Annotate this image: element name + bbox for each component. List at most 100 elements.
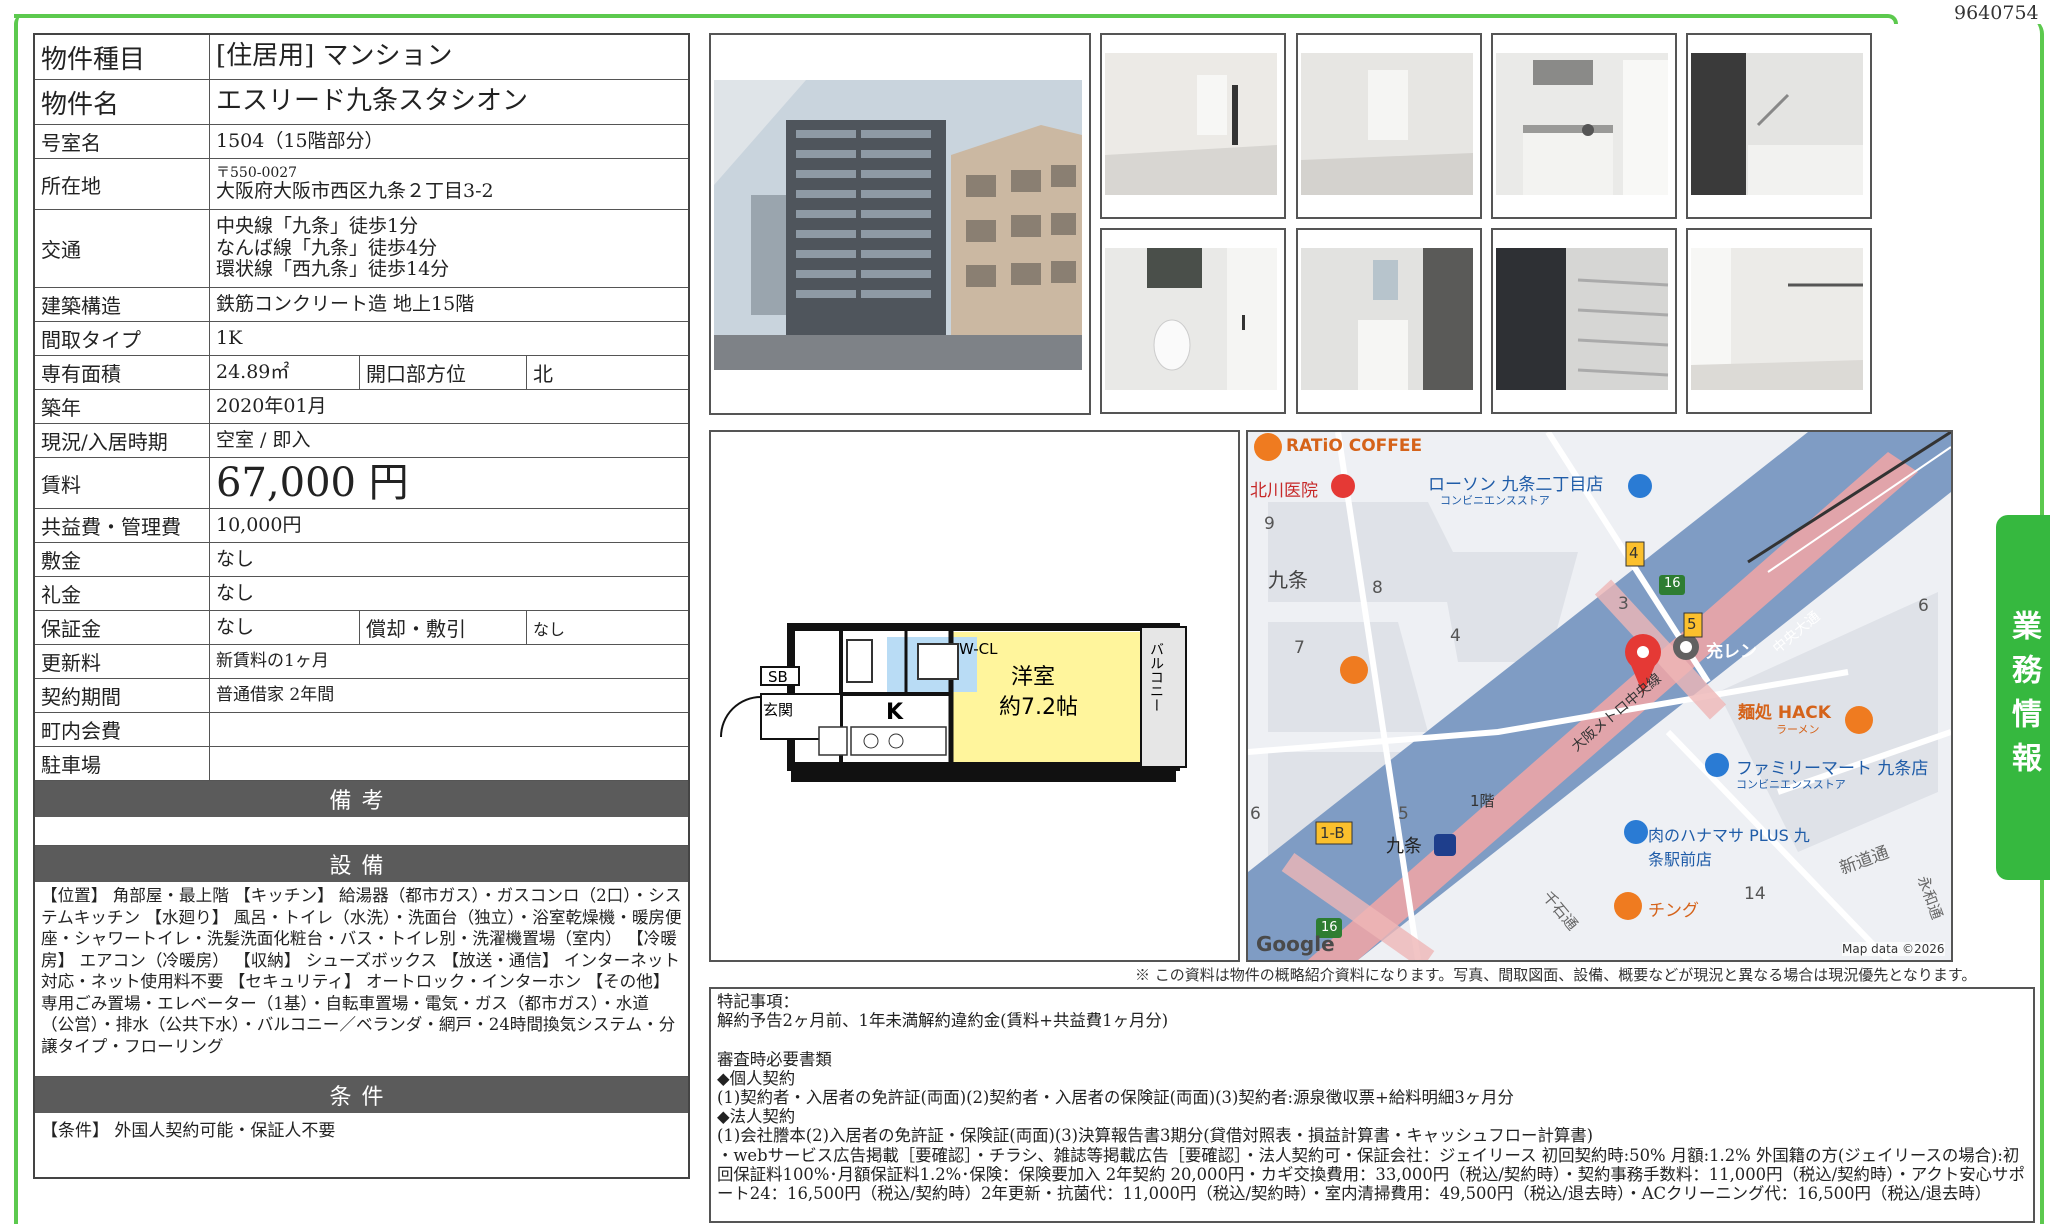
key-money-label: 礼金 [35,577,210,610]
business-info-tab[interactable]: 業務情報 [1996,515,2050,880]
closet-photo[interactable] [1686,228,1872,414]
built-label: 築年 [35,390,210,423]
map-poi-chinge[interactable]: チング [1648,896,1699,921]
conditions-header: 条件 [35,1077,688,1113]
address-label: 所在地 [35,159,210,209]
floor-plan[interactable]: W-CL SB 玄関 K 洋室 約7.2帖 バルコニー [709,430,1240,962]
map-poi-hanamasa[interactable]: 肉のハナマサ PLUS 九条駅前店 [1648,822,1818,870]
map-block-14: 14 [1744,884,1766,904]
equipment-text: 【位置】 角部屋・最上階 【キッチン】 給湯器（都市ガス）・ガスコンロ（2口）・… [35,882,688,1077]
deposit-label: 敷金 [35,543,210,576]
toilet-photo-image [1102,230,1280,408]
rent-value: 67,000 円 [216,460,409,506]
toilet-photo[interactable] [1100,228,1286,414]
map-poi-hack-sub: ラーメン [1776,723,1820,736]
map-block-3: 3 [1618,594,1629,614]
direction-value: 北 [533,362,553,386]
remarks-line-5: ◆個人契約 [717,1068,796,1088]
floor-plan-drawing: W-CL SB 玄関 K 洋室 約7.2帖 バルコニー [720,623,1187,782]
renewal-value: 新賃料の1ヶ月 [216,650,329,671]
map-block-7: 7 [1294,638,1305,658]
bathroom-photo-image [1688,35,1866,213]
building-exterior-image [711,35,1085,409]
area-map[interactable]: RATiO COFFEE 北川医院 ローソン 九条二丁目店 コンビニエンスストア… [1246,430,1953,962]
status-label: 現況/入居時期 [35,424,210,457]
frame-border-top [14,14,1898,24]
fee-value: 10,000円 [216,513,302,536]
frame-border-left [14,14,24,1224]
shoe-box-label: SB [768,668,788,686]
room-photo-image [1298,35,1476,213]
equipment-header: 設備 [35,846,688,882]
type-label: 物件種目 [35,35,210,79]
map-route-16-label: 16 [1664,576,1681,591]
map-exit-5: 5 [1687,615,1697,633]
parking-label: 駐車場 [35,747,210,780]
room-label: 号室名 [35,125,210,158]
transport-line-3: 環状線「西九条」徒歩14分 [216,258,450,281]
transport-line-2: なんば線「九条」徒歩4分 [216,236,438,259]
map-floor-label: 1階 [1470,792,1495,810]
map-block-9: 9 [1264,514,1275,534]
remarks-line-9: ・webサービス広告掲載［要確認］・チラシ、雑誌等掲載広告［要確認］・法人契約可… [717,1145,2025,1203]
contract-label: 契約期間 [35,679,210,712]
type-value: [住居用] マンション [216,41,453,72]
map-block-6b: 6 [1250,804,1261,824]
bathroom-photo[interactable] [1686,33,1872,219]
entrance-label: 玄関 [763,701,793,719]
map-exit-1b: 1-B [1320,824,1345,842]
remarks-box: 特記事項： 解約予告2ヶ月前、1年未満解約違約金(賃料+共益費1ヶ月分) 審査時… [709,987,2035,1223]
map-block-6: 6 [1918,596,1929,616]
business-info-tab-label: 業務情報 [2006,609,2041,786]
building-exterior-photo[interactable] [709,33,1091,415]
property-info-table: 物件種目 [住居用] マンション 物件名 エスリード九条スタシオン 号室名 1504（… [33,33,690,1179]
key-money-value: なし [216,581,255,604]
direction-label: 開口部方位 [360,356,527,389]
remarks-line-8: (1)会社謄本(2)入居者の免許証・保険証(両面)(3)決算報告書3期分(貸借対… [717,1126,1594,1146]
interior-photo-2[interactable] [1296,33,1482,219]
remarks-line-3 [717,1030,2027,1049]
map-poi-ratio-coffee[interactable]: RATiO COFFEE [1286,436,1422,456]
interior-photo-1[interactable] [1100,33,1286,219]
guarantee-label: 保証金 [35,611,210,644]
memo-body [35,817,688,846]
map-station-kujo[interactable]: 九条 [1386,832,1422,858]
map-poi-lawson-sub: コンビニエンスストア [1440,494,1550,507]
renewal-label: 更新料 [35,645,210,678]
area-label: 専有面積 [35,356,210,389]
built-value: 2020年01月 [216,394,327,417]
washroom-photo-image [1298,230,1476,408]
name-label: 物件名 [35,80,210,124]
kitchen-photo[interactable] [1491,33,1677,219]
amortization-label: 償却・敷引 [360,611,527,644]
conditions-text: 【条件】 外国人契約可能・保証人不要 [41,1121,336,1141]
closet-label: W-CL [959,640,998,658]
map-poi-hack[interactable]: 麺処 HACK [1738,698,1831,723]
shoe-box-photo-image [1493,230,1671,408]
map-block-4: 4 [1450,626,1461,646]
transport-line-1: 中央線「九条」徒歩1分 [216,214,419,237]
map-exit-4: 4 [1629,544,1639,562]
status-value: 空室 / 即入 [216,428,311,451]
contract-value: 普通借家 2年間 [216,684,335,705]
map-poi-familymart-sub: コンビニエンスストア [1736,778,1846,791]
washroom-photo[interactable] [1296,228,1482,414]
map-poi-juuren[interactable]: 充レン [1706,637,1757,662]
layout-value: 1K [216,326,243,349]
kitchen-photo-image [1493,35,1671,213]
guarantee-value: なし [216,615,255,638]
room-photo-image [1102,35,1280,213]
room-name-label: 洋室 [1011,665,1055,690]
shoe-box-photo[interactable] [1491,228,1677,414]
area-value: 24.89㎡ [216,360,290,383]
community-fee-label: 町内会費 [35,713,210,746]
community-fee-value [210,713,688,746]
layout-label: 間取タイプ [35,322,210,355]
remarks-line-1: 特記事項： [717,992,799,1011]
remarks-line-7: ◆法人契約 [717,1107,796,1127]
structure-label: 建築構造 [35,288,210,321]
name-value: エスリード九条スタシオン [216,86,529,117]
remarks-line-4: 審査時必要書類 [717,1049,832,1069]
map-poi-clinic[interactable]: 北川医院 [1250,476,1318,501]
parking-value [210,747,688,780]
